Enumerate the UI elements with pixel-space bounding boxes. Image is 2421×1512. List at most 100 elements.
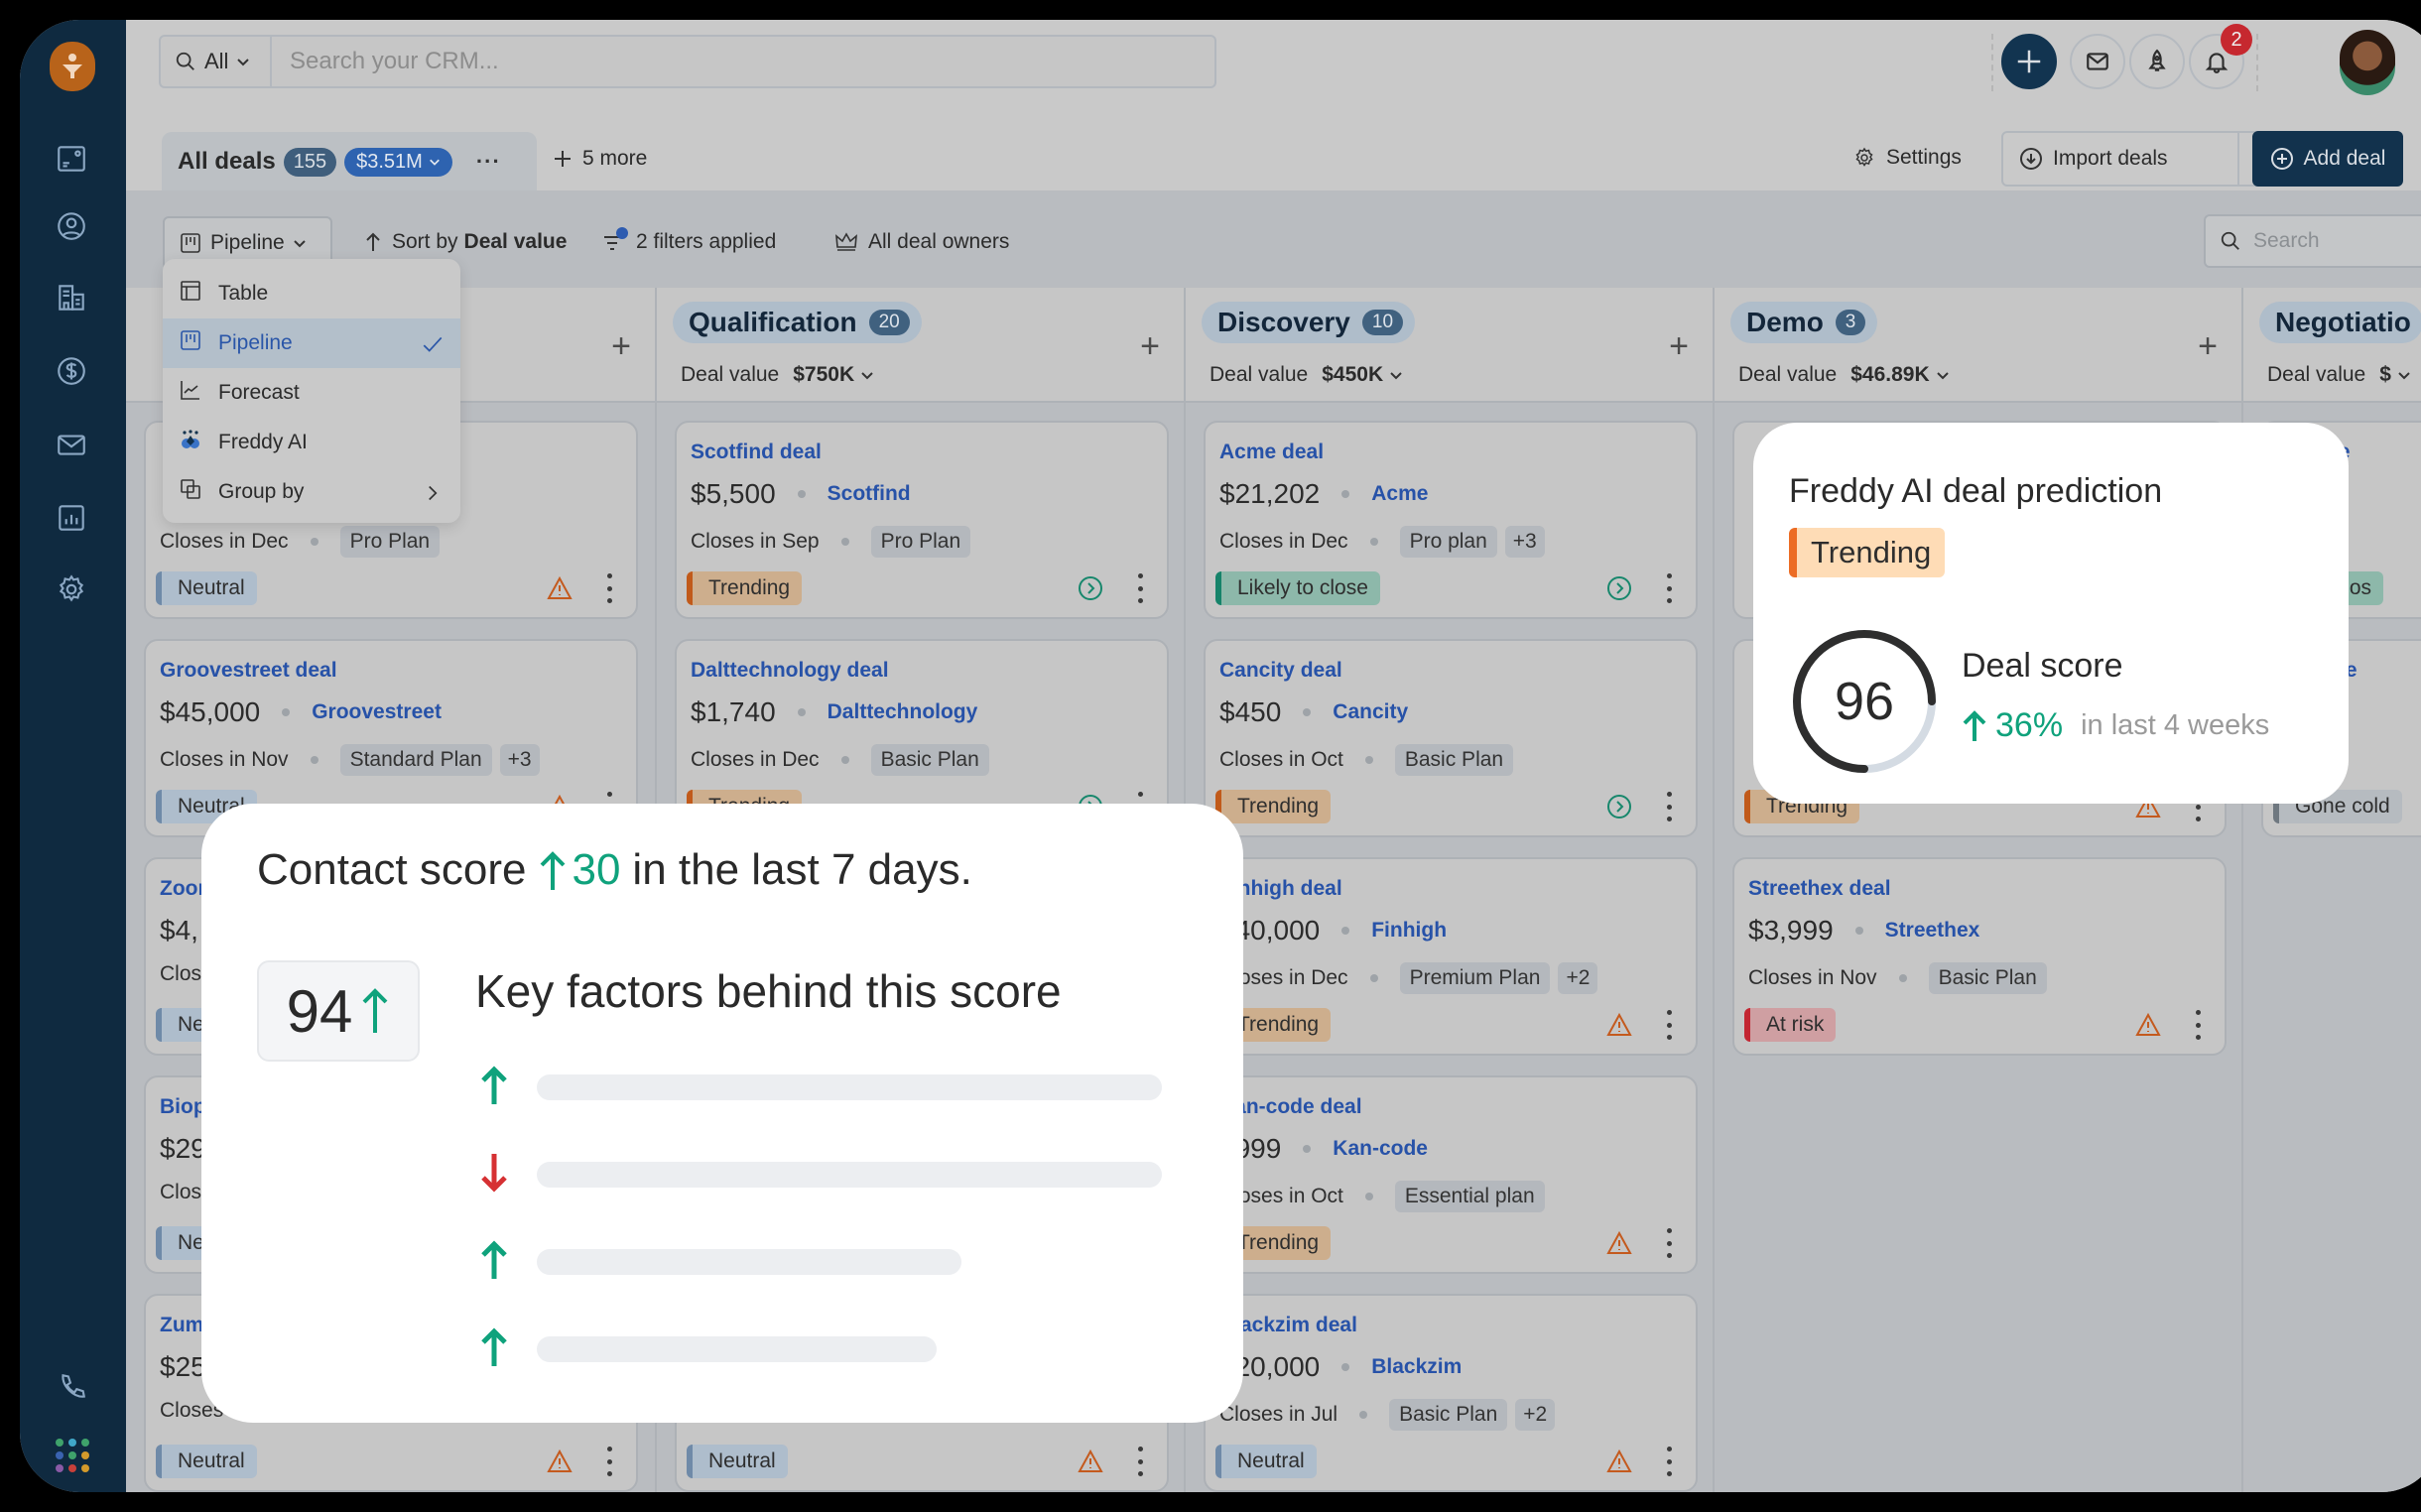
add-to-stage-button[interactable]: +: [1669, 327, 1689, 366]
deal-owners-button[interactable]: All deal owners: [834, 230, 1009, 254]
deal-value-badge[interactable]: $3.51M: [344, 147, 452, 177]
warning-icon[interactable]: [547, 1449, 573, 1474]
company-link[interactable]: Groovestreet: [312, 700, 442, 724]
card-more-menu-icon[interactable]: [1664, 792, 1674, 821]
company-link[interactable]: Kan-code: [1333, 1137, 1428, 1161]
warning-icon[interactable]: [547, 575, 573, 601]
app-logo[interactable]: [50, 42, 95, 91]
next-step-icon[interactable]: [1606, 794, 1632, 819]
sidebar-item-accounts[interactable]: [54, 280, 89, 315]
card-more-menu-icon[interactable]: [604, 573, 614, 603]
board-search-input[interactable]: Search: [2204, 214, 2421, 268]
deal-title-link[interactable]: Groovestreet deal: [160, 659, 337, 683]
deal-amount-row: $25: [160, 1351, 206, 1383]
next-step-icon[interactable]: [1078, 575, 1103, 601]
warning-icon[interactable]: [2135, 1012, 2161, 1038]
more-options-icon[interactable]: ···: [476, 149, 501, 175]
card-more-menu-icon[interactable]: [2193, 1010, 2203, 1040]
deal-amount: $25: [160, 1351, 206, 1382]
company-link[interactable]: Blackzim: [1371, 1355, 1462, 1379]
next-step-icon[interactable]: [1606, 575, 1632, 601]
settings-label: Settings: [1886, 146, 1962, 169]
more-products-tag[interactable]: +3: [499, 744, 540, 776]
more-views-button[interactable]: 5 more: [553, 147, 647, 171]
chevron-down-icon: [1936, 372, 1949, 380]
search-scope-select[interactable]: All: [161, 37, 272, 86]
deal-title-link[interactable]: Dalttechnology deal: [691, 659, 889, 683]
company-link[interactable]: Cancity: [1333, 700, 1408, 724]
deal-title-link[interactable]: Zum: [160, 1314, 203, 1337]
launch-button[interactable]: [2129, 34, 2185, 89]
add-to-stage-button[interactable]: +: [1140, 327, 1160, 366]
deal-card[interactable]: Cancity deal $450 Cancity Closes in Oct Basi…: [1204, 639, 1698, 837]
search-input[interactable]: Search your CRM...: [272, 48, 499, 75]
separator-dot: [310, 756, 319, 764]
quick-add-button[interactable]: [2001, 34, 2057, 89]
add-to-stage-button[interactable]: +: [611, 327, 631, 366]
warning-icon[interactable]: [1606, 1012, 1632, 1038]
deal-close-row: Closes in Dec Pro plan +3: [1219, 526, 1545, 558]
sidebar-item-settings[interactable]: [54, 571, 89, 607]
notifications-button[interactable]: 2: [2189, 24, 2252, 89]
sidebar-item-deals[interactable]: [54, 353, 89, 389]
warning-icon[interactable]: [1078, 1449, 1103, 1474]
add-deal-button[interactable]: Add deal: [2252, 131, 2403, 187]
sidebar-item-dashboard[interactable]: [54, 141, 89, 177]
deal-card[interactable]: Finhigh deal $40,000 Finhigh Closes in Dec P…: [1204, 857, 1698, 1056]
deal-card[interactable]: Scotfind deal $5,500 Scotfind Closes in Sep…: [675, 421, 1169, 619]
deal-title-link[interactable]: Cancity deal: [1219, 659, 1342, 683]
separator-dot: [840, 756, 849, 764]
sidebar-item-phone[interactable]: [54, 1369, 89, 1405]
tab-all-deals[interactable]: All deals 155 $3.51M ···: [162, 132, 537, 191]
deal-card[interactable]: Blackzim deal $20,000 Blackzim Closes in Ju…: [1204, 1294, 1698, 1492]
import-deals-button[interactable]: Import deals: [2001, 131, 2295, 187]
company-link[interactable]: Acme: [1371, 482, 1428, 506]
card-more-menu-icon[interactable]: [1664, 1447, 1674, 1476]
card-more-menu-icon[interactable]: [1664, 1010, 1674, 1040]
card-more-menu-icon[interactable]: [1664, 1228, 1674, 1258]
company-link[interactable]: Streethex: [1885, 919, 1980, 943]
menu-item-freddy-ai[interactable]: Freddy AI: [163, 418, 460, 467]
email-button[interactable]: [2070, 34, 2125, 89]
stage-deal-value[interactable]: Deal value $: [2267, 363, 2411, 387]
company-link[interactable]: Dalttechnology: [828, 700, 978, 724]
deal-title-link[interactable]: Streethex deal: [1748, 877, 1891, 901]
app-switcher-grid[interactable]: [56, 1439, 89, 1472]
warning-icon[interactable]: [1606, 1230, 1632, 1256]
card-more-menu-icon[interactable]: [1135, 1447, 1145, 1476]
sort-button[interactable]: Sort by Deal value: [364, 230, 567, 254]
company-link[interactable]: Finhigh: [1371, 919, 1447, 943]
sidebar-item-contacts[interactable]: [54, 208, 89, 244]
more-products-tag[interactable]: +2: [1515, 1399, 1556, 1431]
menu-item-group-by[interactable]: Group by: [163, 467, 460, 517]
deal-card[interactable]: Streethex deal $3,999 Streethex Closes in N…: [1732, 857, 2227, 1056]
settings-button[interactable]: Settings: [1852, 146, 1962, 170]
add-to-stage-button[interactable]: +: [2198, 327, 2218, 366]
menu-item-table[interactable]: Table: [163, 269, 460, 318]
deal-title-link[interactable]: Zoor: [160, 877, 206, 901]
deal-card[interactable]: Kan-code deal $999 Kan-code Closes in Oct Es…: [1204, 1075, 1698, 1274]
filters-button[interactable]: 2 filters applied: [602, 227, 776, 254]
deal-title-link[interactable]: Scotfind deal: [691, 441, 822, 464]
more-products-tag[interactable]: +2: [1558, 962, 1598, 994]
card-more-menu-icon[interactable]: [1135, 573, 1145, 603]
more-products-tag[interactable]: +3: [1504, 526, 1545, 558]
card-more-menu-icon[interactable]: [1664, 573, 1674, 603]
deal-title-link[interactable]: Biop: [160, 1095, 206, 1119]
menu-item-pipeline[interactable]: Pipeline: [163, 318, 460, 368]
card-more-menu-icon[interactable]: [604, 1447, 614, 1476]
dot-icon: [68, 1451, 76, 1459]
import-main-button[interactable]: Import deals: [2003, 133, 2239, 185]
warning-icon[interactable]: [1606, 1449, 1632, 1474]
stage-deal-value[interactable]: Deal value $450K: [1210, 363, 1403, 387]
global-search[interactable]: All Search your CRM...: [159, 35, 1216, 88]
stage-deal-value[interactable]: Deal value $46.89K: [1738, 363, 1950, 387]
menu-item-forecast[interactable]: Forecast: [163, 368, 460, 418]
deal-card[interactable]: Acme deal $21,202 Acme Closes in Dec Pro pla…: [1204, 421, 1698, 619]
user-avatar[interactable]: [2340, 30, 2395, 95]
sidebar-item-email[interactable]: [54, 427, 89, 462]
company-link[interactable]: Scotfind: [828, 482, 911, 506]
sidebar-item-reports[interactable]: [54, 500, 89, 536]
deal-title-link[interactable]: Acme deal: [1219, 441, 1324, 464]
stage-deal-value[interactable]: Deal value $750K: [681, 363, 874, 387]
